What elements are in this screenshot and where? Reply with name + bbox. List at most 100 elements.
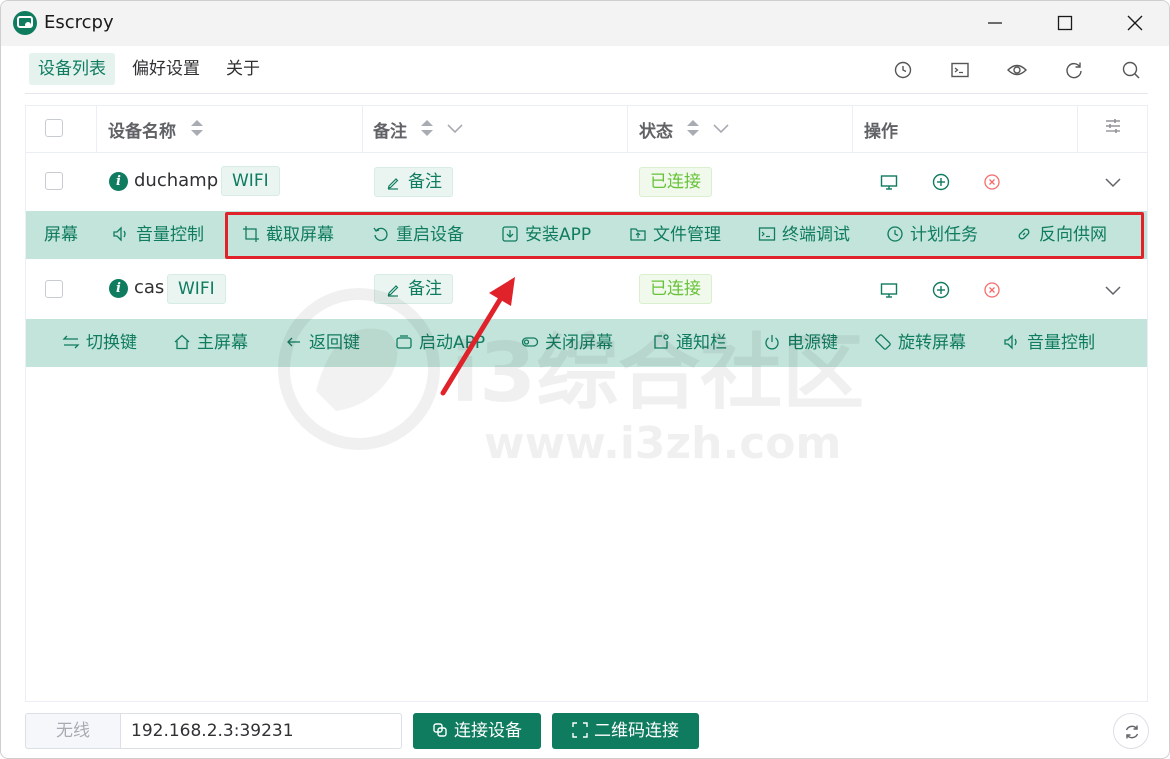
home-button[interactable]: 主屏幕 [173,319,248,367]
eye-icon[interactable] [1006,59,1028,81]
app-title: Escrcpy [44,12,114,33]
column-settings-icon[interactable] [1104,117,1122,135]
close-button[interactable] [1101,1,1169,46]
pencil-icon [387,178,399,190]
monitor-icon[interactable] [879,172,899,192]
launch-app-label: 启动APP [419,333,486,353]
header-remark: 备注 [373,122,407,142]
scan-icon [572,722,588,738]
info-icon[interactable]: i [109,279,128,298]
back-key-button[interactable]: 返回键 [285,319,360,367]
device-name: duchamp [134,170,219,191]
chevron-down-icon[interactable] [1103,280,1123,300]
rotate-icon [875,334,891,350]
chevron-down-icon[interactable] [446,120,464,136]
disconnect-icon[interactable] [982,172,1002,192]
remark-button[interactable]: 备注 [374,274,453,304]
add-circle-icon[interactable] [931,280,951,300]
add-circle-icon[interactable] [931,172,951,192]
header-device-name: 设备名称 [108,122,176,142]
maximize-button[interactable] [1031,1,1099,46]
screen-off-label: 关闭屏幕 [545,333,613,353]
power-icon [765,335,779,350]
minimize-button[interactable] [961,1,1029,46]
disconnect-icon[interactable] [982,280,1002,300]
screen-button[interactable]: 屏幕 [44,211,78,259]
column-divider [852,106,853,152]
row-checkbox[interactable] [45,172,63,190]
header-status: 状态 [639,122,673,142]
power-key-button[interactable]: 电源键 [763,319,838,367]
select-all-checkbox[interactable] [45,119,63,137]
tab-device-list[interactable]: 设备列表 [29,53,115,85]
device-control-bar: 切换键 主屏幕 返回键 启动APP 关闭屏幕 通知栏 电源键 旋转屏幕 音量控制 [26,319,1147,367]
qr-connect-button[interactable]: 二维码连接 [552,713,699,749]
link-icon [433,723,447,737]
volume-control-label: 音量控制 [1027,333,1095,353]
column-divider [96,106,97,152]
column-divider [627,106,628,152]
volume-control-label: 音量控制 [136,225,204,245]
connect-device-label: 连接设备 [454,721,522,741]
volume-control-button[interactable]: 音量控制 [1003,319,1095,367]
speaker-icon [113,226,126,242]
speaker-icon [1004,334,1017,350]
nav-divider [25,93,1148,94]
home-icon [174,334,190,350]
switch-icon [62,335,80,349]
app-logo-icon [13,11,37,35]
app-box-icon [396,335,412,349]
back-key-label: 返回键 [309,333,360,353]
home-label: 主屏幕 [197,333,248,353]
notification-bar-button[interactable]: 通知栏 [652,319,727,367]
status-badge: 已连接 [639,274,712,304]
qr-connect-label: 二维码连接 [594,721,679,741]
tab-about[interactable]: 关于 [226,53,260,85]
switch-key-button[interactable]: 切换键 [62,319,137,367]
rotate-screen-button[interactable]: 旋转屏幕 [874,319,966,367]
volume-control-button[interactable]: 音量控制 [112,211,204,259]
refresh-devices-button[interactable] [1113,713,1149,749]
status-badge: 已连接 [639,167,712,197]
terminal-icon[interactable] [949,59,971,81]
screen-off-button[interactable]: 关闭屏幕 [521,319,613,367]
sort-icon[interactable] [686,118,700,138]
pencil-icon [387,285,399,297]
connection-mode-label: 无线 [25,713,121,749]
row-checkbox[interactable] [45,280,63,298]
connection-type-badge: WIFI [221,166,280,196]
connect-device-button[interactable]: 连接设备 [413,713,541,749]
info-icon[interactable]: i [109,172,128,191]
connection-type-badge: WIFI [167,274,226,304]
switch-key-label: 切换键 [86,333,137,353]
notification-icon [654,334,669,349]
highlight-box [225,212,1144,259]
toggle-icon [521,337,539,347]
monitor-icon[interactable] [879,280,899,300]
remark-button-label: 备注 [408,279,442,299]
address-input[interactable]: 192.168.2.3:39231 [120,713,402,749]
history-icon[interactable] [892,59,914,81]
remark-button-label: 备注 [408,172,442,192]
notification-bar-label: 通知栏 [676,333,727,353]
sort-icon[interactable] [190,118,204,138]
chevron-down-icon[interactable] [1103,172,1123,192]
refresh-icon[interactable] [1063,59,1085,81]
column-divider [1077,106,1078,152]
chevron-down-icon[interactable] [712,120,730,136]
tab-preferences[interactable]: 偏好设置 [132,53,200,85]
sort-icon[interactable] [420,118,434,138]
refresh-icon [1125,725,1139,739]
launch-app-button[interactable]: 启动APP [395,319,485,367]
title-bar: Escrcpy [1,1,1169,46]
header-actions: 操作 [864,122,898,142]
arrow-left-icon [287,337,300,347]
power-key-label: 电源键 [787,333,838,353]
app-window: Escrcpy 设备列表 偏好设置 关于 设备名称 备注 状态 操作 i duc… [0,0,1170,759]
column-divider [362,106,363,152]
remark-button[interactable]: 备注 [374,167,453,197]
row-divider [26,152,1147,153]
device-name: cas [134,277,165,298]
device-table: 设备名称 备注 状态 操作 i duchamp WIFI 备注 已连接 屏幕 音… [25,105,1148,702]
search-icon[interactable] [1120,59,1142,81]
